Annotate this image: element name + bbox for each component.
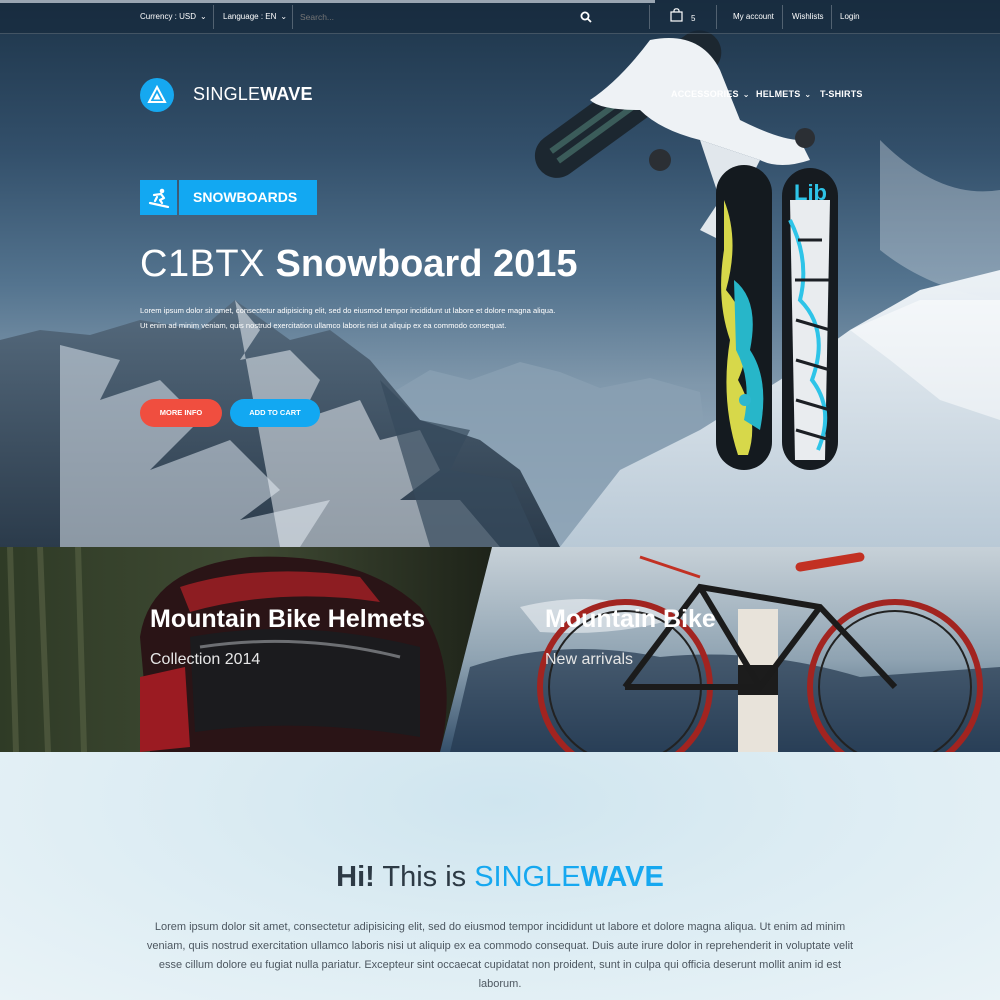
- intro-brand: SINGLEWAVE: [474, 861, 664, 893]
- divider: [213, 5, 214, 29]
- brand-name-bold: WAVE: [260, 84, 313, 104]
- triangle-logo-icon: [147, 84, 167, 103]
- search-icon: [580, 11, 592, 23]
- search-input[interactable]: [300, 0, 570, 34]
- chevron-down-icon: ⌄: [804, 90, 812, 99]
- intro-title-middle: This is: [374, 861, 475, 893]
- login-link[interactable]: Login: [840, 0, 860, 34]
- cart-count: 5: [691, 14, 696, 23]
- chevron-down-icon: ⌄: [280, 12, 288, 21]
- banner-title-helmets[interactable]: Mountain Bike Helmets: [150, 605, 425, 634]
- language-label: Language : EN: [223, 12, 277, 21]
- category-label: SNOWBOARDS: [179, 180, 317, 215]
- currency-label: Currency : USD: [140, 12, 197, 21]
- brand-name-light: SINGLE: [193, 84, 261, 104]
- search-button[interactable]: [580, 0, 592, 34]
- hero-title: C1BTX Snowboard 2015: [140, 243, 578, 286]
- shopping-bag-icon: [670, 8, 683, 22]
- intro-hi: Hi!: [336, 861, 375, 893]
- hero-title-light: C1BTX: [140, 243, 265, 285]
- divider: [716, 5, 717, 29]
- logo[interactable]: [140, 78, 174, 112]
- more-info-button[interactable]: MORE INFO: [140, 399, 222, 427]
- nav-label: ACCESSORIES: [671, 89, 739, 99]
- banner-subtitle-bike: New arrivals: [545, 651, 634, 668]
- nav-item-helmets[interactable]: HELMETS ⌄: [756, 89, 811, 99]
- divider: [831, 5, 832, 29]
- divider: [292, 5, 293, 29]
- nav-item-accessories[interactable]: ACCESSORIES ⌄: [671, 89, 750, 99]
- wishlists-link[interactable]: Wishlists: [792, 0, 824, 34]
- promo-banners: Mountain Bike Helmets Collection 2014 Mo…: [0, 547, 1000, 752]
- brand-name[interactable]: SINGLEWAVE: [193, 84, 313, 105]
- banner-title-bike[interactable]: Mountain Bike: [545, 605, 716, 634]
- nav-item-t-shirts[interactable]: T-SHIRTS: [820, 89, 863, 99]
- nav-label: T-SHIRTS: [820, 89, 863, 99]
- hero-section: Lib Currency : USD⌄ Language : EN⌄ 5: [0, 0, 1000, 547]
- nav-label: HELMETS: [756, 89, 801, 99]
- category-badge[interactable]: SNOWBOARDS: [140, 180, 317, 215]
- hero-description: Lorem ipsum dolor sit amet, consectetur …: [140, 306, 556, 330]
- intro-title: Hi! This is SINGLEWAVE: [0, 861, 1000, 894]
- snowboarder-icon: [140, 180, 177, 215]
- divider: [649, 5, 650, 29]
- intro-paragraph: Lorem ipsum dolor sit amet, consectetur …: [146, 921, 854, 990]
- divider: [782, 5, 783, 29]
- my-account-link[interactable]: My account: [733, 0, 774, 34]
- language-selector[interactable]: Language : EN ⌄: [223, 0, 287, 34]
- chevron-down-icon: ⌄: [742, 90, 750, 99]
- banner-subtitle-helmets: Collection 2014: [150, 651, 261, 668]
- intro-section: Hi! This is SINGLEWAVE Lorem ipsum dolor…: [0, 752, 1000, 1000]
- add-to-cart-button[interactable]: ADD TO CART: [230, 399, 320, 427]
- top-bar: Currency : USD⌄ Language : EN⌄ 5 My acco…: [0, 0, 1000, 34]
- svg-text:Lib: Lib: [794, 180, 827, 205]
- hero-title-bold: Snowboard 2015: [275, 243, 578, 285]
- intro-brand-light: SINGLE: [474, 861, 581, 893]
- chevron-down-icon: ⌄: [200, 12, 207, 21]
- currency-selector[interactable]: Currency : USD ⌄: [140, 0, 207, 34]
- banner-background-images: [0, 547, 1000, 752]
- intro-brand-bold: WAVE: [580, 861, 664, 893]
- cart-button[interactable]: [670, 0, 683, 34]
